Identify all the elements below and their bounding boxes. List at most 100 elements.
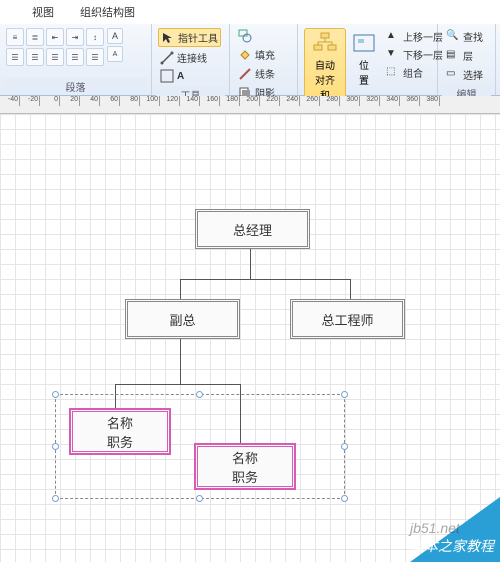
distribute-button[interactable]: ☰ — [86, 48, 104, 66]
org-box-chief-eng-text: 总工程师 — [321, 310, 373, 329]
ruler-tick: 380 — [420, 96, 440, 106]
ruler-tick: 220 — [260, 96, 280, 106]
ruler-tick: 120 — [160, 96, 180, 106]
connector-line — [350, 279, 351, 299]
pointer-tool-button[interactable]: 指针工具 — [158, 28, 221, 47]
selection-handle[interactable] — [196, 391, 203, 398]
ruler-tick: 280 — [320, 96, 340, 106]
selection-handle[interactable] — [52, 443, 59, 450]
ruler-tick: -20 — [20, 96, 40, 106]
find-icon: 🔍 — [446, 30, 460, 44]
indent-button[interactable]: ⇥ — [66, 28, 84, 46]
group-shapes: 填充 线条 阴影 形状 — [230, 24, 298, 95]
tab-orgchart[interactable]: 组织结构图 — [76, 2, 139, 22]
ruler-tick: 360 — [400, 96, 420, 106]
org-box-chief-eng[interactable]: 总工程师 — [290, 299, 405, 339]
send-backward-label: 下移一层 — [403, 47, 443, 62]
selection-handle[interactable] — [341, 443, 348, 450]
decrease-font-button[interactable]: A — [107, 46, 123, 62]
ruler-tick: 160 — [200, 96, 220, 106]
org-box-name: 名称 — [232, 448, 258, 467]
shape-icon — [238, 29, 252, 43]
horizontal-ruler: -40-200204060801001201401601802002202402… — [0, 96, 500, 114]
line-icon — [238, 67, 252, 81]
drawing-canvas[interactable]: 总经理 副总 总工程师 名称 职务 名称 职务 jb51.net 脚本之家教程 — [0, 114, 500, 562]
line-spacing-button[interactable]: ↕ — [86, 28, 104, 46]
group-tools: 指针工具 连接线 A 工具 — [152, 24, 230, 95]
connector-line — [115, 384, 240, 385]
find-button[interactable]: 🔍查找 — [444, 28, 485, 45]
bring-forward-button[interactable]: ▲上移一层 — [384, 28, 445, 45]
connector-icon — [160, 51, 174, 65]
ruler-tick: 80 — [120, 96, 140, 106]
selection-handle[interactable] — [196, 495, 203, 502]
select-button[interactable]: ▭选择 — [444, 66, 485, 83]
send-backward-button[interactable]: ▼下移一层 — [384, 46, 445, 63]
shape-gallery-button[interactable] — [236, 28, 254, 44]
outdent-button[interactable]: ⇤ — [46, 28, 64, 46]
ruler-tick: 100 — [140, 96, 160, 106]
ruler-tick: 260 — [300, 96, 320, 106]
ruler-tick: 60 — [100, 96, 120, 106]
watermark-domain: jb51.net — [410, 520, 460, 536]
connector-line — [250, 249, 251, 279]
ruler-tick: 340 — [380, 96, 400, 106]
align-center-button[interactable]: ☰ — [26, 48, 44, 66]
connector-tool-label: 连接线 — [177, 50, 207, 65]
ribbon: ≡ ≣ ⇤ ⇥ ↕ ☰ ☰ ☰ ☰ ☰ A A 段落 — [0, 24, 500, 96]
pointer-tool-label: 指针工具 — [178, 30, 218, 45]
align-left-button[interactable]: ☰ — [6, 48, 24, 66]
ruler-tick: 0 — [40, 96, 60, 106]
org-box-new-1[interactable]: 名称 职务 — [70, 409, 170, 454]
group-button[interactable]: ⬚组合 — [384, 64, 445, 81]
group-arrange: 自动对齐和 自动调整间距 位置 ▲上移一层 ▼下移一层 ⬚组合 排列 — [298, 24, 438, 95]
org-box-ceo[interactable]: 总经理 — [195, 209, 310, 249]
ruler-tick: 200 — [240, 96, 260, 106]
line-button[interactable]: 线条 — [236, 65, 277, 82]
org-box-title: 职务 — [107, 432, 133, 451]
org-box-new-2[interactable]: 名称 职务 — [195, 444, 295, 489]
ruler-tick: 140 — [180, 96, 200, 106]
fill-label: 填充 — [255, 47, 275, 62]
group-edit: 🔍查找 ▤层 ▭选择 编辑 — [438, 24, 496, 95]
ruler-tick: 180 — [220, 96, 240, 106]
watermark: jb51.net 脚本之家教程 — [410, 520, 494, 556]
selection-handle[interactable] — [52, 495, 59, 502]
watermark-text: 脚本之家教程 — [410, 538, 494, 554]
numbering-button[interactable]: ≣ — [26, 28, 44, 46]
position-icon — [350, 31, 378, 55]
increase-font-button[interactable]: A — [107, 28, 123, 44]
align-right-button[interactable]: ☰ — [46, 48, 64, 66]
ribbon-tabs: 视图 组织结构图 — [0, 0, 500, 24]
bring-forward-label: 上移一层 — [403, 29, 443, 44]
select-icon: ▭ — [446, 68, 460, 82]
select-label: 选择 — [463, 67, 483, 82]
pointer-icon — [161, 31, 175, 45]
connector-line — [180, 279, 350, 280]
textbox-tool-button[interactable]: A — [158, 68, 186, 84]
group-icon: ⬚ — [386, 66, 400, 80]
justify-button[interactable]: ☰ — [66, 48, 84, 66]
org-box-title: 职务 — [232, 467, 258, 486]
selection-handle[interactable] — [341, 391, 348, 398]
find-label: 查找 — [463, 29, 483, 44]
selection-handle[interactable] — [52, 391, 59, 398]
connector-tool-button[interactable]: 连接线 — [158, 49, 209, 66]
send-backward-icon: ▼ — [386, 48, 400, 62]
fill-button[interactable]: 填充 — [236, 46, 277, 63]
layers-button[interactable]: ▤层 — [444, 47, 475, 64]
layers-icon: ▤ — [446, 49, 460, 63]
group-paragraph-label: 段落 — [4, 78, 147, 95]
fill-icon — [238, 48, 252, 62]
org-box-vp-text: 副总 — [169, 310, 195, 329]
bullets-button[interactable]: ≡ — [6, 28, 24, 46]
position-label: 位置 — [356, 57, 372, 87]
tab-view[interactable]: 视图 — [28, 2, 58, 22]
bring-forward-icon: ▲ — [386, 30, 400, 44]
ruler-tick: 300 — [340, 96, 360, 106]
org-box-vp[interactable]: 副总 — [125, 299, 240, 339]
line-label: 线条 — [255, 66, 275, 81]
selection-handle[interactable] — [341, 495, 348, 502]
textbox-tool-label: A — [177, 71, 184, 82]
position-button[interactable]: 位置 — [349, 28, 379, 90]
